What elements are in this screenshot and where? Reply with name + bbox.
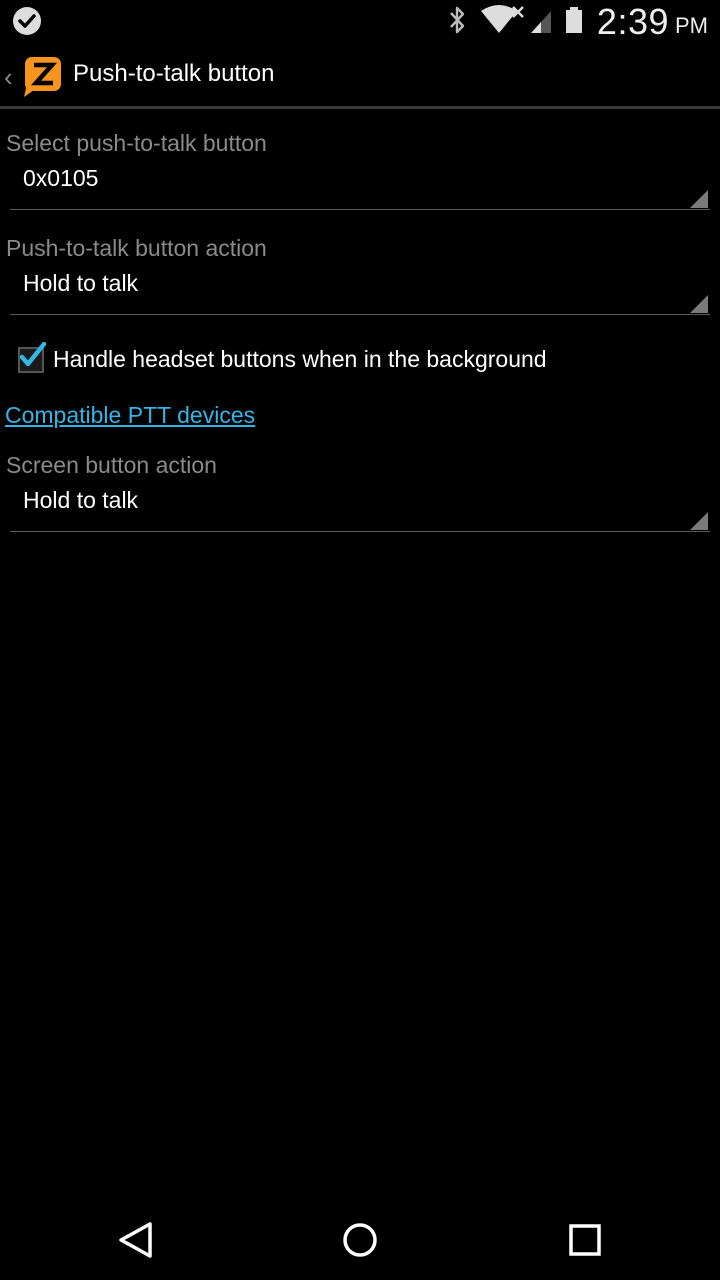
chevron-left-icon[interactable]: ‹ (4, 62, 13, 93)
ptt-action-label: Push-to-talk button action (6, 235, 267, 261)
ptt-action-spinner[interactable]: Hold to talk (10, 262, 710, 315)
wifi-icon (479, 4, 525, 40)
clock-time: 2:39 (596, 1, 669, 42)
navigation-bar (0, 1196, 720, 1280)
check-circle-icon (12, 6, 42, 36)
home-circle-icon[interactable] (340, 1220, 380, 1260)
status-bar: 2:39 PM (0, 0, 720, 44)
ptt-button-spinner[interactable]: 0x0105 (10, 157, 710, 210)
action-bar: ‹ Push-to-talk button (0, 44, 720, 109)
screen-action-value: Hold to talk (23, 487, 139, 513)
screen-action-label: Screen button action (6, 452, 217, 478)
ptt-button-label: Select push-to-talk button (6, 130, 267, 156)
headset-background-label: Handle headset buttons when in the backg… (53, 346, 547, 372)
ptt-button-value: 0x0105 (23, 165, 99, 191)
compatible-ptt-devices-link[interactable]: Compatible PTT devices (5, 402, 255, 429)
spinner-arrow-icon (690, 190, 708, 208)
screen: 2:39 PM ‹ Push-to-talk button Select pus… (0, 0, 720, 1280)
spinner-arrow-icon (690, 512, 708, 530)
page-title: Push-to-talk button (73, 60, 275, 87)
checkmark-icon (16, 338, 50, 372)
headset-background-checkbox-row[interactable]: Handle headset buttons when in the backg… (0, 340, 720, 382)
status-icons: 2:39 PM (435, 0, 708, 44)
bluetooth-icon (447, 5, 467, 40)
signal-icon (529, 5, 553, 40)
back-triangle-icon[interactable] (116, 1220, 156, 1260)
recents-square-icon[interactable] (565, 1220, 605, 1260)
screen-action-spinner[interactable]: Hold to talk (10, 479, 710, 532)
battery-icon (565, 5, 583, 40)
ptt-action-value: Hold to talk (23, 270, 139, 296)
clock-ampm: PM (675, 13, 708, 38)
zello-logo-icon[interactable] (22, 54, 66, 98)
spinner-arrow-icon (690, 295, 708, 313)
